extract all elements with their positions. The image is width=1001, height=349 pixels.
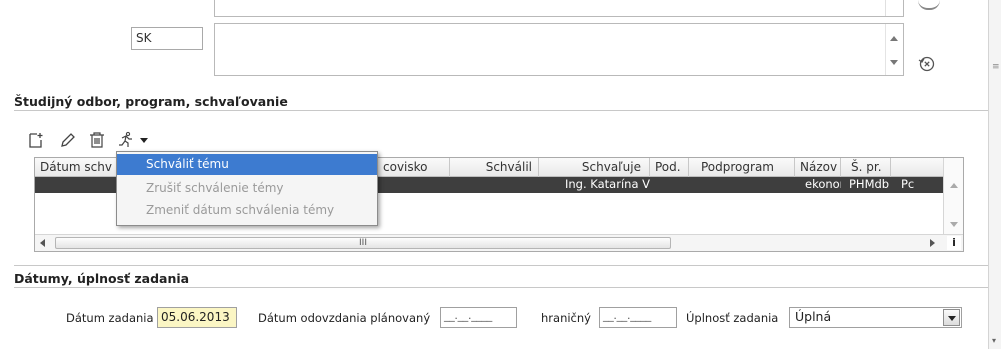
scroll-right-icon[interactable] bbox=[930, 239, 935, 247]
reset-icon-top[interactable] bbox=[918, 0, 940, 10]
planned-submission-label: Dátum odovzdania plánovaný bbox=[258, 311, 431, 325]
scroll-thumb[interactable]: III bbox=[55, 237, 671, 249]
language-code-field[interactable]: SK bbox=[131, 27, 203, 50]
section-title-dates: Dátumy, úplnosť zadania bbox=[14, 271, 190, 286]
planned-submission-field[interactable]: __.__.____ bbox=[440, 307, 517, 328]
top-textarea-scrollbar[interactable] bbox=[885, 0, 903, 16]
column-header[interactable] bbox=[891, 158, 943, 177]
column-header[interactable]: Názov bbox=[795, 158, 841, 177]
scroll-down-icon[interactable]: ▾ bbox=[992, 336, 996, 345]
table-horizontal-scrollbar[interactable]: III i bbox=[35, 234, 963, 251]
scroll-left-icon[interactable] bbox=[40, 239, 45, 247]
table-cell: ekonor bbox=[805, 177, 841, 191]
section-divider bbox=[14, 287, 988, 288]
column-header[interactable]: Dátum schv bbox=[35, 158, 123, 177]
section-divider bbox=[14, 265, 988, 266]
scroll-grip-icon: ≡ bbox=[992, 62, 1000, 72]
column-header[interactable]: Schválil bbox=[450, 158, 539, 177]
textarea-scrollbar[interactable] bbox=[885, 24, 903, 75]
date-assigned-field[interactable]: 05.06.2013 bbox=[157, 307, 237, 328]
column-header[interactable]: Schvaľuje bbox=[539, 158, 650, 177]
info-icon[interactable]: i bbox=[947, 236, 961, 250]
menu-item-cancel-approval[interactable]: Zrušiť schválenie témy bbox=[117, 178, 377, 199]
edit-pencil-icon[interactable] bbox=[59, 131, 79, 151]
table-cell: Ing. Katarína V bbox=[565, 177, 650, 191]
deadline-label: hraničný bbox=[541, 311, 591, 325]
approval-menu: Schváliť tému Zrušiť schválenie témy Zme… bbox=[116, 151, 378, 226]
column-header[interactable]: covisko bbox=[378, 158, 450, 177]
top-textarea[interactable] bbox=[214, 0, 904, 17]
trash-icon[interactable] bbox=[88, 131, 108, 151]
deadline-field[interactable]: __.__.____ bbox=[599, 307, 677, 328]
table-cell: Pc bbox=[901, 177, 915, 191]
date-assigned-label: Dátum zadania bbox=[66, 311, 154, 325]
scroll-up-icon[interactable] bbox=[950, 183, 958, 188]
scroll-down-icon[interactable] bbox=[890, 60, 898, 65]
scroll-down-icon[interactable] bbox=[950, 222, 958, 227]
completeness-value: Úplná bbox=[795, 309, 832, 324]
dropdown-arrow-icon[interactable] bbox=[943, 309, 960, 326]
menu-item-change-approval-date[interactable]: Zmeniť dátum schválenia témy bbox=[117, 200, 377, 221]
section-title-study: Študijný odbor, program, schvaľovanie bbox=[14, 94, 288, 109]
description-textarea[interactable] bbox=[214, 23, 904, 76]
table-cell: PHMdb bbox=[849, 177, 890, 191]
completeness-label: Úplnosť zadania bbox=[686, 311, 779, 325]
runner-icon[interactable] bbox=[117, 131, 137, 151]
completeness-select[interactable]: Úplná bbox=[789, 307, 962, 328]
new-document-icon[interactable] bbox=[28, 131, 48, 151]
section-divider bbox=[14, 110, 988, 111]
column-header[interactable]: Š. pr. bbox=[841, 158, 891, 177]
column-header[interactable]: Podprogram bbox=[689, 158, 795, 177]
menu-item-approve-topic[interactable]: Schváliť tému bbox=[117, 154, 377, 175]
scroll-grip-label: III bbox=[359, 238, 367, 248]
reset-icon[interactable] bbox=[916, 53, 936, 73]
page-scrollbar[interactable]: ≡ ▾ bbox=[988, 0, 1001, 349]
chevron-down-icon[interactable] bbox=[140, 138, 148, 143]
scroll-up-icon[interactable] bbox=[890, 36, 898, 41]
column-header[interactable]: Pod. bbox=[650, 158, 689, 177]
